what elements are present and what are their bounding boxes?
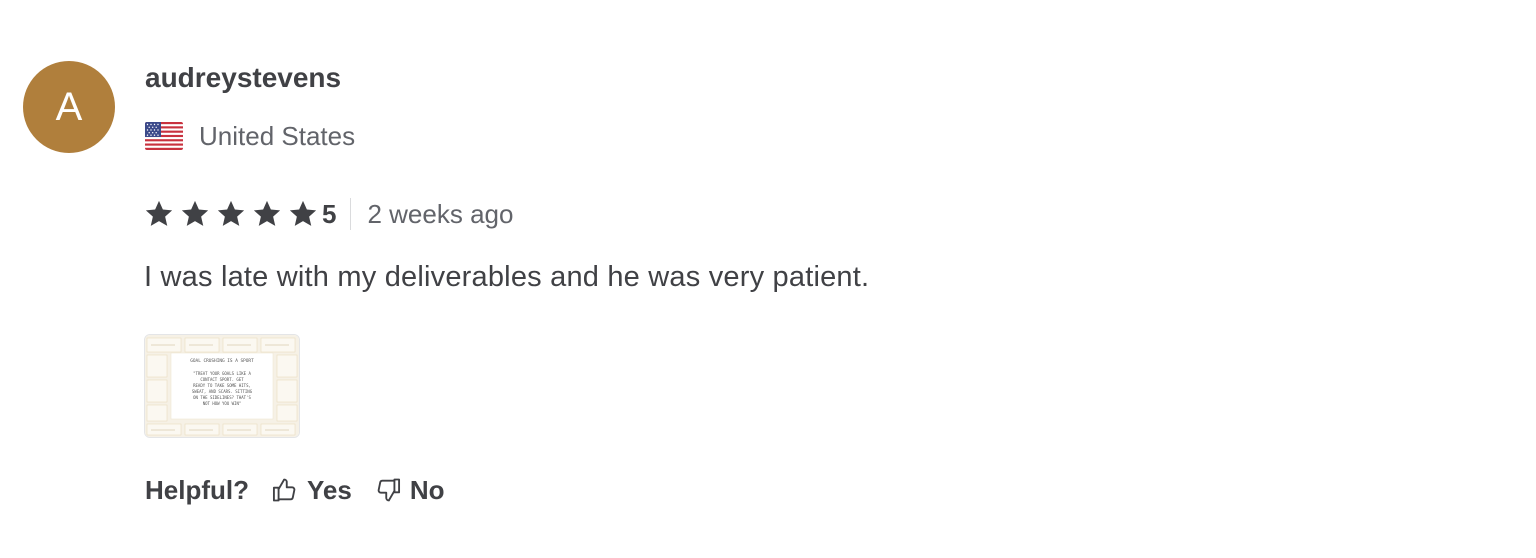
attachment-line: READY TO TAKE SOME HITS,	[193, 383, 251, 388]
attachment-line: "TREAT YOUR GOALS LIKE A	[193, 371, 251, 376]
star-icon	[145, 200, 173, 226]
helpful-label: Helpful?	[145, 474, 249, 505]
divider	[350, 198, 352, 230]
helpful-yes-button[interactable]: Yes	[271, 475, 352, 506]
avatar-initial: A	[55, 84, 83, 129]
rating-row: 5 2 weeks ago	[144, 196, 513, 232]
star-icon	[181, 200, 209, 226]
helpful-no-label: No	[409, 474, 445, 505]
review-card: A audreystevens United States 5 2 weeks …	[0, 0, 1536, 558]
thumbs-up-icon	[272, 478, 296, 502]
avatar[interactable]: A	[23, 61, 115, 153]
attachment-line: NOT HOW YOU WIN"	[203, 401, 242, 406]
helpful-no-button[interactable]: No	[374, 475, 445, 506]
thumbs-down-icon	[377, 478, 400, 502]
us-flag-icon	[145, 122, 183, 150]
helpful-yes-label: Yes	[307, 474, 352, 505]
country-name: United States	[199, 120, 356, 151]
star-icon	[253, 200, 281, 226]
helpful-section: Helpful? Yes No	[145, 470, 467, 510]
star-icon	[217, 200, 245, 226]
attachment-line: ON THE SIDELINES? THAT'S	[193, 395, 251, 400]
attachment-line: CONTACT SPORT. GET	[200, 377, 244, 382]
review-date: 2 weeks ago	[367, 198, 514, 229]
star-icon	[289, 200, 317, 226]
star-rating	[144, 199, 320, 229]
review-text: I was late with my deliverables and he w…	[144, 261, 870, 293]
reviewer-username[interactable]: audreystevens	[145, 62, 341, 94]
reviewer-country: United States	[145, 120, 355, 152]
attachment-line: SWEAT, AND SCARS. SITTING	[192, 389, 253, 394]
review-attachment-thumbnail[interactable]: GOAL CRUSHING IS A SPORT "TREAT YOUR GOA…	[144, 334, 300, 438]
rating-value: 5	[322, 198, 337, 229]
attachment-heading: GOAL CRUSHING IS A SPORT	[190, 358, 254, 364]
